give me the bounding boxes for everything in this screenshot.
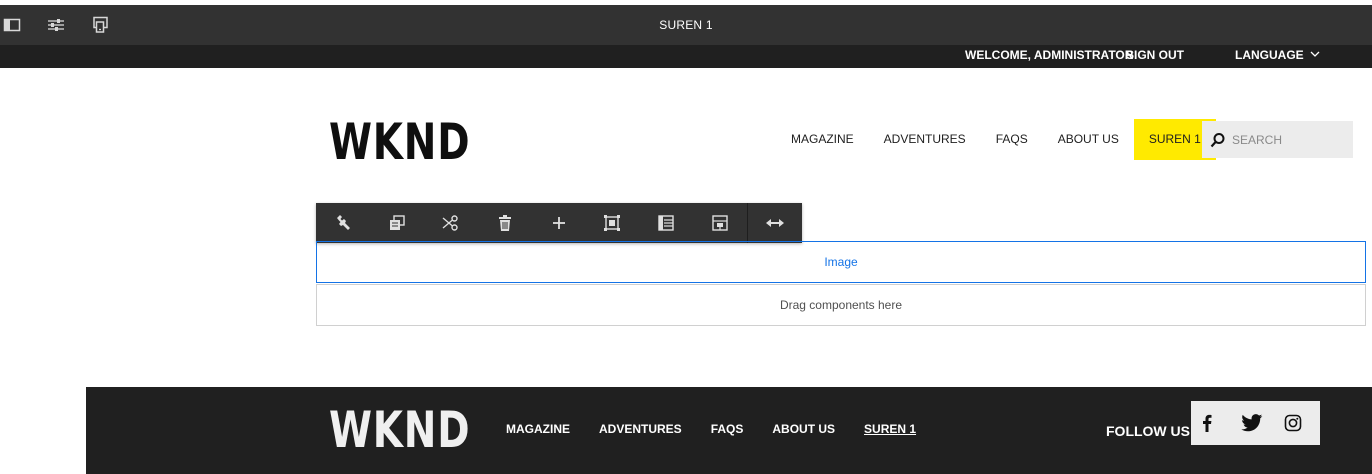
drop-zone-label: Drag components here	[779, 298, 903, 312]
footer-nav-item-about-us[interactable]: ABOUT US	[772, 422, 835, 436]
footer-nav-item-suren-1[interactable]: SUREN 1	[864, 422, 916, 436]
facebook-icon[interactable]	[1201, 401, 1213, 445]
page-root: SUREN 1 WELCOME, ADMINISTRATOR SIGN OUT …	[0, 0, 1372, 474]
editor-page-title: SUREN 1	[659, 18, 713, 32]
footer-nav-item-adventures[interactable]: ADVENTURES	[599, 422, 682, 436]
footer-nav-item-magazine[interactable]: MAGAZINE	[506, 422, 570, 436]
editor-toolbar: SUREN 1	[0, 5, 1372, 45]
search-box[interactable]	[1202, 121, 1353, 158]
configure-wrench-icon[interactable]	[316, 203, 370, 243]
parent-select-icon[interactable]	[693, 203, 747, 243]
search-icon	[1210, 132, 1225, 147]
social-links	[1191, 401, 1320, 445]
side-panel-icon[interactable]	[0, 5, 24, 45]
language-dropdown[interactable]: LANGUAGE	[1235, 45, 1320, 68]
nav-item-faqs[interactable]: FAQS	[981, 119, 1043, 160]
nav-item-magazine[interactable]: MAGAZINE	[776, 119, 869, 160]
user-bar: WELCOME, ADMINISTRATOR SIGN OUT LANGUAGE	[0, 45, 1372, 68]
site-logo[interactable]: WKND	[329, 112, 470, 172]
sign-out-link[interactable]: SIGN OUT	[1126, 45, 1184, 68]
delete-trash-icon[interactable]	[478, 203, 532, 243]
emulator-icon[interactable]	[88, 5, 112, 45]
welcome-text: WELCOME, ADMINISTRATOR	[965, 48, 1134, 62]
nav-item-adventures[interactable]: ADVENTURES	[869, 119, 981, 160]
cut-icon[interactable]	[424, 203, 478, 243]
insert-plus-icon[interactable]	[532, 203, 586, 243]
resize-arrows-icon[interactable]	[748, 203, 802, 243]
editor-page-title-bar: SUREN 1	[0, 5, 1372, 45]
twitter-icon[interactable]	[1239, 401, 1266, 445]
instagram-icon[interactable]	[1279, 401, 1306, 445]
layout-list-icon[interactable]	[639, 203, 693, 243]
drop-zone[interactable]: Drag components here	[316, 284, 1366, 326]
chevron-down-icon	[1310, 51, 1320, 58]
site-footer: WKND MAGAZINE ADVENTURES FAQS ABOUT US S…	[86, 387, 1372, 474]
copy-icon[interactable]	[370, 203, 424, 243]
follow-us-label: FOLLOW US	[1106, 423, 1190, 439]
page-properties-icon[interactable]	[44, 5, 68, 45]
component-toolbar	[316, 203, 802, 243]
search-input[interactable]	[1232, 132, 1342, 147]
footer-nav: MAGAZINE ADVENTURES FAQS ABOUT US SUREN …	[506, 417, 945, 441]
footer-logo[interactable]: WKND	[329, 400, 470, 460]
footer-nav-item-faqs[interactable]: FAQS	[711, 422, 744, 436]
image-component-placeholder[interactable]: Image	[316, 241, 1366, 283]
image-component-label: Image	[824, 255, 858, 269]
nav-item-about-us[interactable]: ABOUT US	[1043, 119, 1134, 160]
main-nav: MAGAZINE ADVENTURES FAQS ABOUT US SUREN …	[776, 119, 1216, 160]
group-frame-icon[interactable]	[585, 203, 639, 243]
language-label: LANGUAGE	[1235, 48, 1304, 62]
